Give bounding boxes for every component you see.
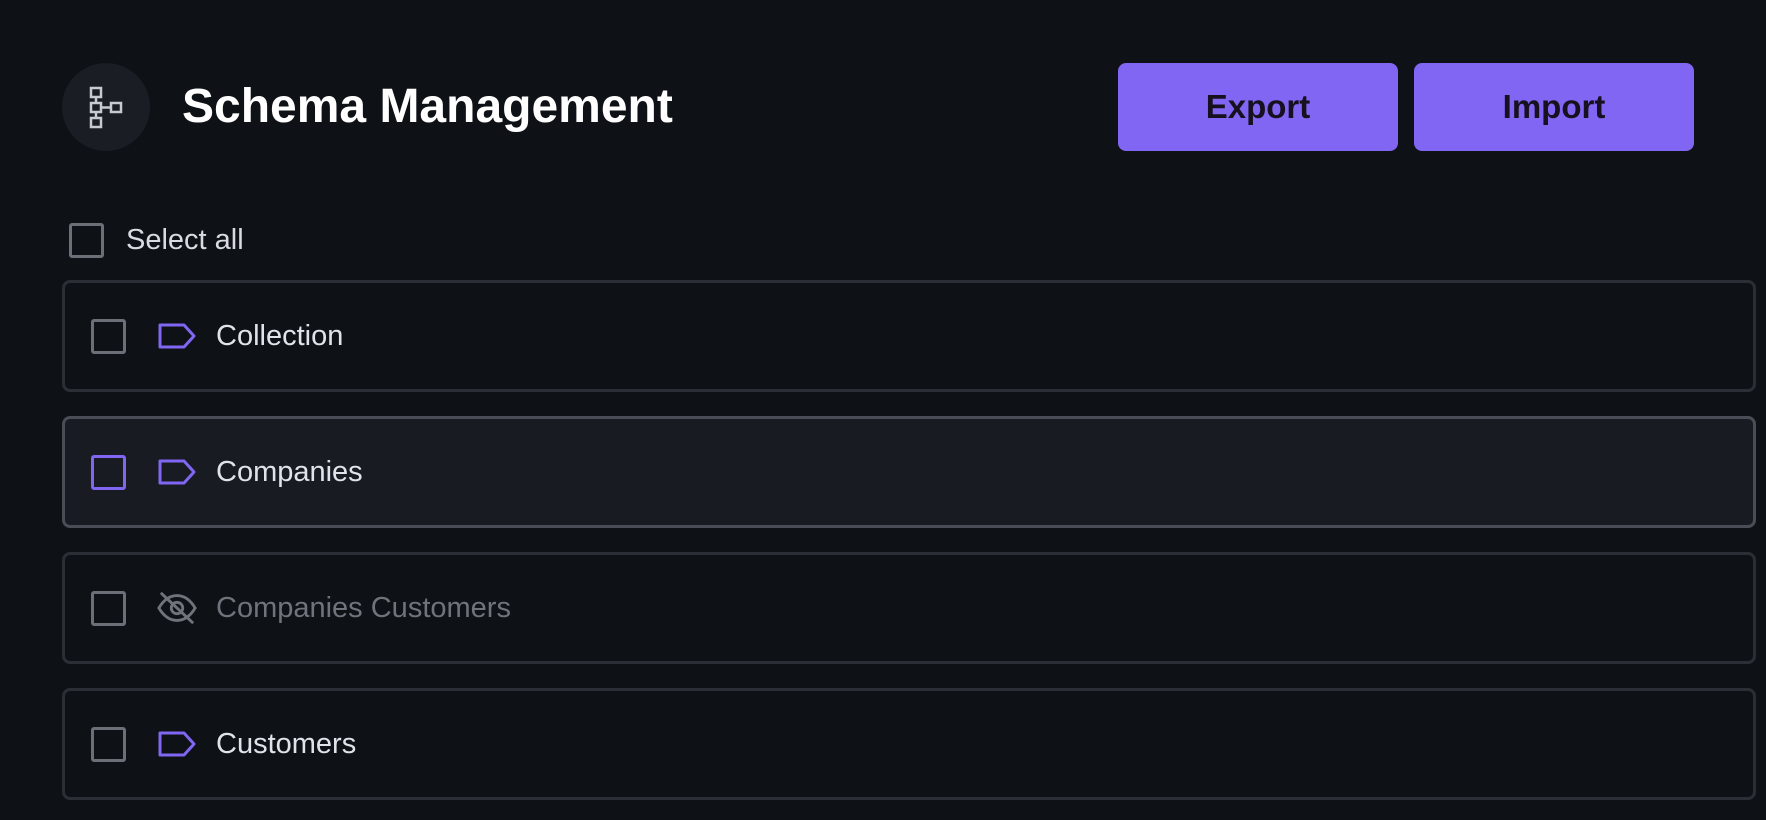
eye-off-icon (156, 591, 198, 625)
item-label: Companies (216, 455, 363, 488)
tag-icon (156, 319, 198, 353)
select-all-label: Select all (126, 224, 244, 256)
list-item[interactable]: Collection (62, 280, 1756, 392)
item-label: Customers (216, 727, 357, 760)
export-button[interactable]: Export (1118, 63, 1398, 151)
select-all-row[interactable]: Select all (69, 223, 244, 258)
schema-management-page: Schema Management Export Import Select a… (0, 0, 1766, 820)
item-checkbox[interactable] (91, 454, 126, 490)
import-button[interactable]: Import (1414, 63, 1694, 151)
list-item[interactable]: Customers (62, 688, 1756, 800)
page-title: Schema Management (182, 80, 673, 133)
select-all-checkbox[interactable] (69, 223, 104, 258)
list-item[interactable]: Companies (62, 416, 1756, 528)
item-checkbox[interactable] (91, 726, 126, 762)
item-label: Companies Customers (216, 591, 511, 624)
item-checkbox[interactable] (91, 590, 126, 626)
tag-icon (156, 727, 198, 761)
item-checkbox[interactable] (91, 318, 126, 354)
item-label: Collection (216, 319, 344, 352)
schema-list: Collection Companies Companies Customers (62, 280, 1756, 820)
list-item[interactable]: Companies Customers (62, 552, 1756, 664)
schema-tree-icon (62, 63, 150, 151)
tag-icon (156, 455, 198, 489)
